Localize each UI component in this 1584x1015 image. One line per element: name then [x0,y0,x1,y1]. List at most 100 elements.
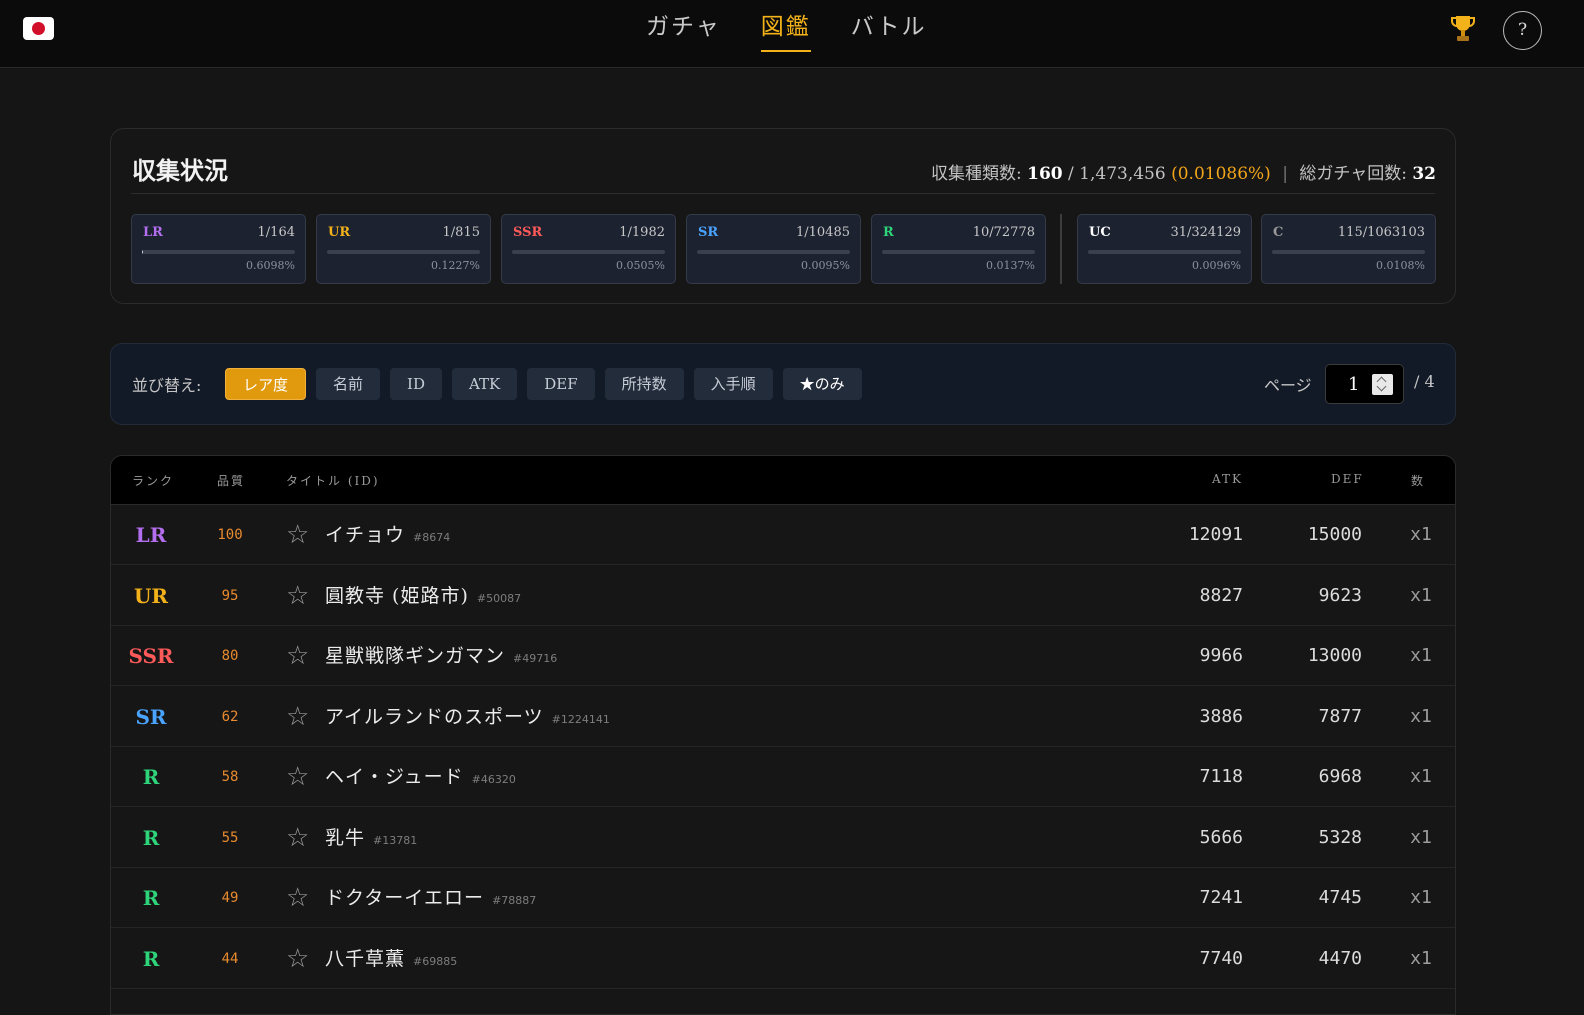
sort-button-group: レア度 名前 ID ATK DEF 所持数 入手順 ★のみ [225,368,862,400]
rarity-card-sr: SR 1/10485 0.0095% [686,214,861,284]
sort-by-def-button[interactable]: DEF [527,368,595,400]
card-title: イチョウ [325,524,406,546]
card-id: #49716 [513,652,558,665]
rank-cell: UR [133,583,169,608]
sort-toolbar: 並び替え: レア度 名前 ID ATK DEF 所持数 入手順 ★のみ ページ … [110,343,1456,425]
rarity-percent: 0.0137% [986,259,1035,272]
favorite-star-icon[interactable]: ☆ [286,626,314,686]
tab-encyclopedia[interactable]: 図鑑 [760,12,811,52]
header-quality[interactable]: 品質 [217,472,245,489]
rarity-card-uc: UC 31/324129 0.0096% [1077,214,1252,284]
title-cell: アイルランドのスポーツ #1224141 [325,687,610,750]
card-title: 八千草薫 [325,947,406,970]
def-cell: 13000 [1307,645,1362,666]
types-label: 収集種類数: [930,164,1022,184]
def-cell: 6968 [1318,766,1362,787]
favorite-star-icon[interactable]: ☆ [286,929,314,989]
header-rank[interactable]: ランク [132,472,174,489]
page-total: / 4 [1414,372,1435,391]
rarity-count: 1/10485 [795,225,850,240]
atk-cell: 3886 [1199,705,1243,727]
rarity-count: 1/1982 [619,225,665,240]
def-cell: 15000 [1307,524,1362,545]
favorite-star-icon[interactable]: ☆ [286,566,314,626]
count-cell: x1 [1410,584,1432,606]
favorite-star-icon[interactable]: ☆ [286,687,314,747]
header-count[interactable]: 数 [1411,472,1425,489]
card-id: #46320 [471,773,516,786]
card-id: #1224141 [551,712,610,726]
favorite-star-icon[interactable]: ☆ [286,505,314,565]
header-def[interactable]: DEF [1331,472,1364,486]
rarity-progress-bar [1272,250,1425,254]
sort-by-rarity-button[interactable]: レア度 [225,368,307,400]
count-cell: x1 [1410,705,1432,727]
rarity-percent: 0.1227% [431,259,480,272]
quality-cell: 100 [217,527,243,543]
rank-cell: R [142,946,160,971]
count-cell: x1 [1410,524,1432,545]
trophy-icon[interactable] [1449,13,1477,45]
sort-label: 並び替え: [132,376,202,395]
starred-only-button[interactable]: ★のみ [782,368,862,400]
table-row[interactable]: R 55 ☆ 乳牛 #13781 5666 5328 x1 [111,808,1455,868]
atk-cell: 7118 [1199,766,1243,787]
header-atk[interactable]: ATK [1212,472,1243,486]
rarity-percent: 0.0108% [1376,259,1425,272]
def-cell: 9623 [1318,584,1362,606]
quality-cell: 55 [221,829,239,846]
table-row[interactable]: R 44 ☆ 八千草薫 #69885 7740 4470 x1 [111,929,1455,989]
rarity-progress-fill [142,250,143,254]
rank-cell: LR [135,523,167,547]
rarity-percent: 0.0505% [616,259,665,272]
quality-cell: 49 [221,890,239,906]
tab-battle[interactable]: バトル [851,12,927,52]
gacha-count-label: 総ガチャ回数: [1299,164,1407,184]
sort-by-id-button[interactable]: ID [390,368,442,400]
count-cell: x1 [1410,766,1432,787]
summary-separator: | [1282,164,1288,184]
card-id: #78887 [492,894,537,907]
favorite-star-icon[interactable]: ☆ [286,808,314,868]
sort-by-atk-button[interactable]: ATK [451,368,518,400]
card-title: ドクターイエロー [325,887,485,909]
rarity-count: 10/72778 [972,225,1035,240]
def-cell: 4745 [1318,887,1362,908]
help-button[interactable]: ? [1503,11,1542,50]
card-title: アイルランドのスポーツ [325,705,544,728]
sort-by-name-button[interactable]: 名前 [316,368,381,400]
card-title: ヘイ・ジュード [325,766,464,788]
favorite-star-icon[interactable]: ☆ [286,868,314,928]
japan-flag-icon[interactable] [23,17,54,40]
card-title: 乳牛 [325,826,366,849]
atk-cell: 12091 [1188,524,1243,545]
title-cell: 圓教寺 (姫路市) #50087 [325,566,521,629]
atk-cell: 9966 [1199,645,1243,666]
page-stepper-icon[interactable] [1372,374,1393,395]
tab-gacha[interactable]: ガチャ [646,12,721,52]
favorite-star-icon[interactable]: ☆ [286,747,314,807]
rarity-name: SR [698,225,719,240]
rarity-percent: 0.0095% [801,259,850,272]
table-row[interactable]: LR 100 ☆ イチョウ #8674 12091 15000 x1 [111,505,1455,565]
title-cell: 星獣戦隊ギンガマン #49716 [325,626,557,689]
collection-title: 収集状況 [132,156,228,185]
rarity-progress-bar [142,250,295,254]
header-title[interactable]: タイトル (ID) [286,472,380,489]
rank-cell: R [142,825,160,850]
card-id: #50087 [476,591,522,605]
table-row[interactable]: SR 62 ☆ アイルランドのスポーツ #1224141 3886 7877 x1 [111,687,1455,747]
title-cell: イチョウ #8674 [325,505,450,568]
sort-by-owned-button[interactable]: 所持数 [604,368,684,400]
title-cell: ドクターイエロー #78887 [325,868,536,931]
gacha-count: 32 [1412,164,1436,184]
atk-cell: 7740 [1199,947,1243,969]
rarity-progress-bar [327,250,480,254]
table-row[interactable]: R 49 ☆ ドクターイエロー #78887 7241 4745 x1 [111,868,1455,928]
table-row[interactable]: R 58 ☆ ヘイ・ジュード #46320 7118 6968 x1 [111,747,1455,807]
sort-by-acquired-button[interactable]: 入手順 [693,368,773,400]
def-cell: 5328 [1318,826,1362,848]
table-row[interactable]: SSR 80 ☆ 星獣戦隊ギンガマン #49716 9966 13000 x1 [111,626,1455,686]
table-row[interactable]: UR 95 ☆ 圓教寺 (姫路市) #50087 8827 9623 x1 [111,566,1455,626]
types-percent: (0.01086%) [1171,164,1271,184]
